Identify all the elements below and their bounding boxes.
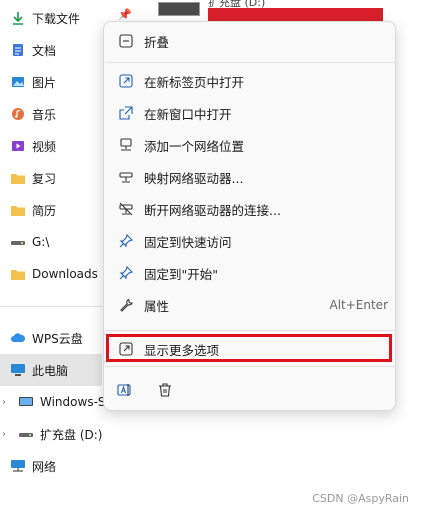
sidebar-item-downloads-folder[interactable]: Downloads [0,258,102,290]
menu-item-map-network-drive[interactable]: 映射网络驱动器... [110,162,390,192]
sidebar-item-pictures[interactable]: 图片 [0,66,102,98]
sidebar-item-wps-cloud[interactable]: WPS云盘 [0,322,102,354]
network-icon [10,458,26,474]
sidebar-item-videos[interactable]: 视频 [0,130,102,162]
chevron-right-icon[interactable]: › [2,429,6,440]
collapse-icon [118,33,134,49]
sidebar-item-resume-folder[interactable]: 简历 [0,194,102,226]
rename-icon[interactable] [116,381,134,399]
menu-item-open-new-window[interactable]: 在新窗口中打开 [110,98,390,128]
map-drive-icon [118,169,134,185]
pin-icon [118,265,134,281]
wrench-icon [118,297,134,313]
chevron-right-icon[interactable]: › [2,397,6,408]
sidebar-item-g-drive[interactable]: G:\ [0,226,102,258]
music-icon [10,106,26,122]
menu-item-add-network-location[interactable]: 添加一个网络位置 [110,130,390,160]
sidebar-item-this-pc[interactable]: 此电脑 [0,354,102,386]
drive-label: 扩充盘 (D:) [208,0,266,9]
menu-item-properties[interactable]: 属性 Alt+Enter [110,290,390,320]
menu-item-disconnect-network-drive[interactable]: 断开网络驱动器的连接... [110,194,390,224]
pin-icon [118,233,134,249]
drive-icon [18,394,34,410]
sidebar-item-review-folder[interactable]: 复习 [0,162,102,194]
sidebar-item-documents[interactable]: 文档 [0,34,102,66]
navigation-pane: 下载文件 文档 图片 音乐 视频 复习 简历 G:\ Downloads WPS… [0,0,106,515]
drive-usage-bar [208,8,383,22]
folder-icon [10,170,26,186]
sidebar-item-downloads[interactable]: 下载文件 [0,2,102,34]
open-new-window-icon [118,105,134,121]
cloud-icon [10,330,26,346]
drive-icon [10,234,26,250]
delete-icon[interactable] [156,381,174,399]
menu-item-pin-start[interactable]: 固定到"开始" [110,258,390,288]
watermark: CSDN @AspyRain [312,492,409,505]
menu-divider [105,62,396,63]
open-new-tab-icon [118,73,134,89]
menu-item-pin-quick-access[interactable]: 固定到快速访问 [110,226,390,256]
sidebar-divider [0,306,102,307]
menu-item-open-new-tab[interactable]: 在新标签页中打开 [110,66,390,96]
sidebar-item-network[interactable]: 网络 [0,450,102,482]
sidebar-item-d-drive[interactable]: › 扩充盘 (D:) [0,418,102,450]
drive-thumbnail [158,2,200,16]
menu-divider [105,330,396,331]
picture-icon [10,74,26,90]
pin-icon: 📌 [118,8,132,21]
drive-icon [18,426,34,442]
menu-item-collapse[interactable]: 折叠 [110,26,390,56]
video-icon [10,138,26,154]
folder-icon [10,266,26,282]
network-location-icon [118,137,134,153]
menu-divider [105,366,396,367]
folder-icon [10,202,26,218]
computer-icon [10,362,26,378]
sidebar-item-windows-drive[interactable]: › Windows-S [0,386,106,418]
highlight-annotation-box [106,334,392,362]
sidebar-item-music[interactable]: 音乐 [0,98,102,130]
document-icon [10,42,26,58]
download-icon [10,10,26,26]
disconnect-drive-icon [118,201,134,217]
shortcut-label: Alt+Enter [329,298,388,312]
